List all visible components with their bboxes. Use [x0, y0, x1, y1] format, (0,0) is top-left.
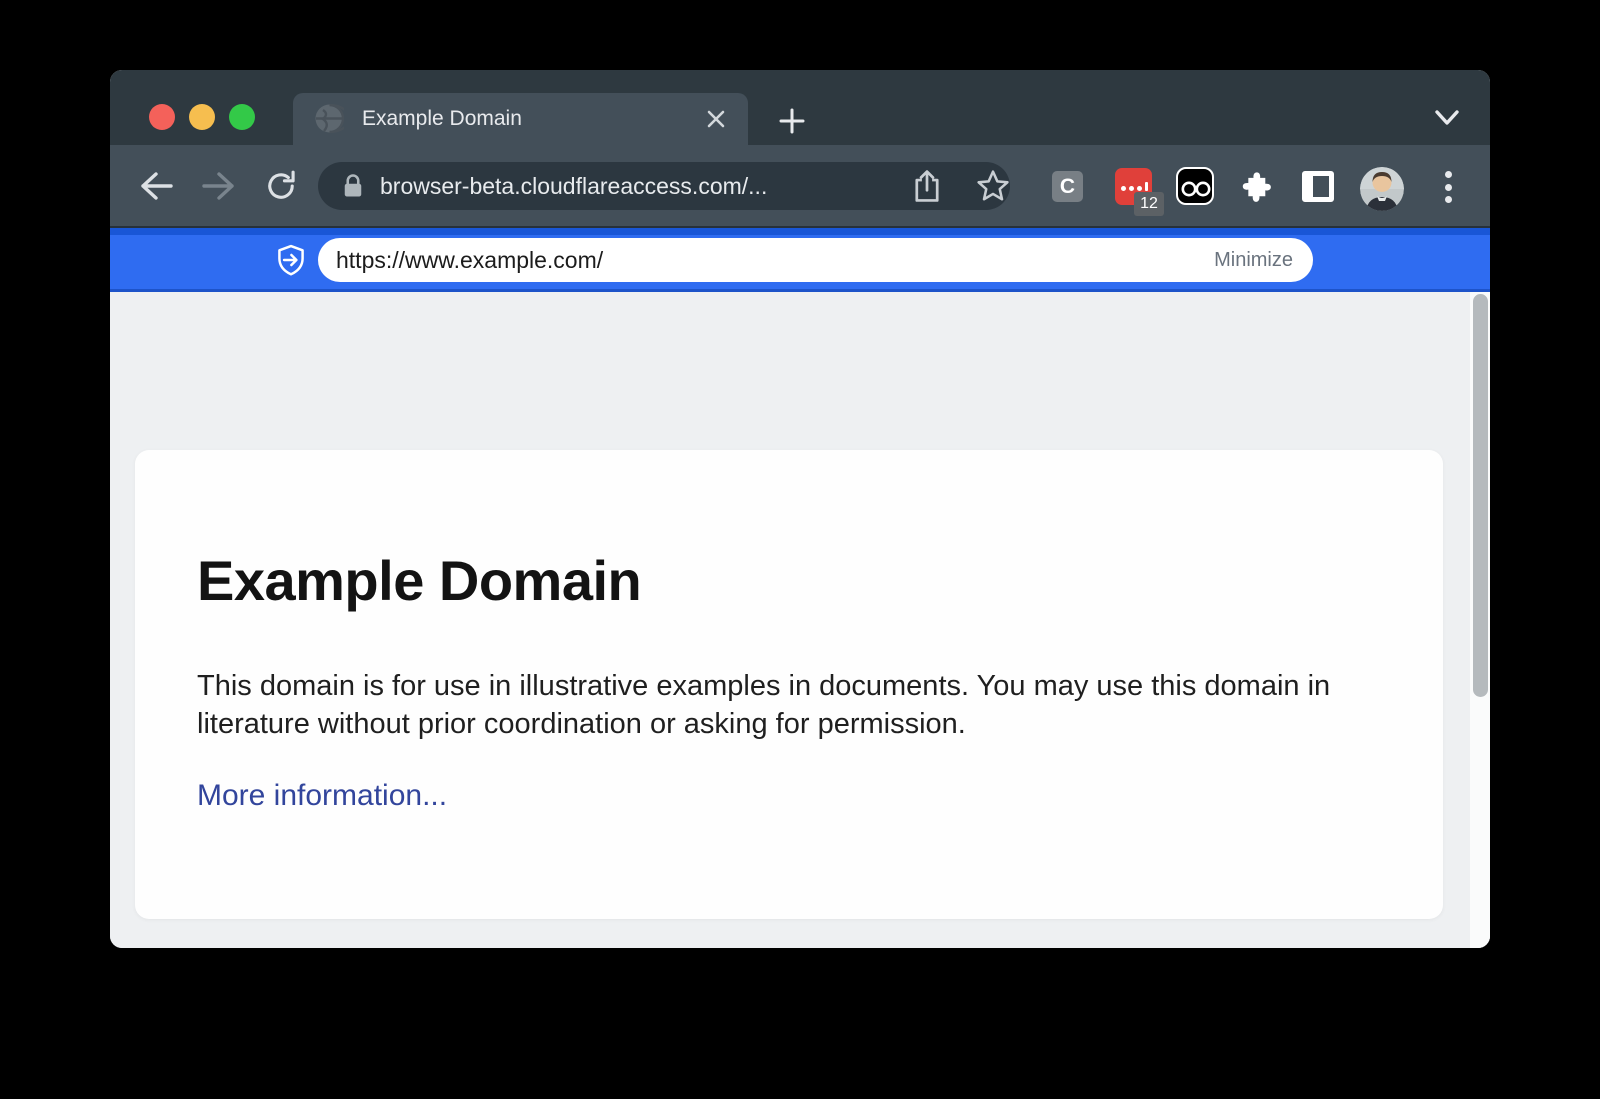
address-bar-url: browser-beta.cloudflareaccess.com/...: [380, 162, 767, 210]
minimize-window-button[interactable]: [189, 104, 215, 130]
extension-c-icon[interactable]: C: [1052, 171, 1083, 202]
scrollbar-track[interactable]: [1470, 292, 1490, 948]
page-title: Example Domain: [197, 548, 1443, 613]
browser-window: Example Domain: [110, 70, 1490, 948]
extension-badge: 12: [1134, 192, 1164, 216]
close-window-button[interactable]: [149, 104, 175, 130]
tab-search-chevron-down-icon[interactable]: [1428, 100, 1466, 136]
browser-tab-active[interactable]: Example Domain: [293, 93, 748, 145]
tab-bar: Example Domain: [110, 70, 1490, 145]
more-information-link[interactable]: More information...: [197, 779, 447, 813]
extension-goggles-icon[interactable]: [1176, 167, 1214, 205]
kebab-menu-icon[interactable]: [1438, 169, 1458, 205]
forward-button[interactable]: [199, 145, 239, 226]
example-domain-card: Example Domain This domain is for use in…: [135, 450, 1443, 919]
scrollbar-thumb[interactable]: [1473, 294, 1488, 697]
extension-red-dots-icon[interactable]: 12: [1115, 168, 1152, 205]
reload-button[interactable]: [261, 145, 301, 226]
new-tab-button[interactable]: [774, 103, 810, 139]
remote-url-bar[interactable]: https://www.example.com/ Minimize: [318, 238, 1313, 282]
profile-avatar[interactable]: [1360, 167, 1404, 211]
red-icon-dots: [1121, 182, 1148, 191]
bookmark-star-icon[interactable]: [972, 145, 1014, 226]
desktop-background: Example Domain: [0, 0, 1600, 1099]
side-panel-icon[interactable]: [1302, 171, 1334, 202]
shield-arrow-icon: [274, 243, 308, 282]
browser-toolbar: browser-beta.cloudflareaccess.com/... C …: [110, 145, 1490, 228]
back-button[interactable]: [136, 145, 176, 226]
share-icon[interactable]: [907, 145, 947, 226]
remote-url-text: https://www.example.com/: [336, 238, 603, 282]
tab-title: Example Domain: [362, 93, 522, 145]
remote-browser-bar: https://www.example.com/ Minimize: [110, 228, 1490, 292]
page-body-text: This domain is for use in illustrative e…: [197, 667, 1352, 743]
globe-favicon-icon: [315, 104, 344, 133]
lock-icon[interactable]: [338, 171, 368, 206]
fullscreen-window-button[interactable]: [229, 104, 255, 130]
puzzle-extensions-icon[interactable]: [1238, 169, 1274, 205]
tab-close-icon[interactable]: [702, 105, 730, 133]
page-viewport: Example Domain This domain is for use in…: [110, 292, 1490, 948]
window-controls: [149, 104, 255, 130]
minimize-remote-bar-button[interactable]: Minimize: [1214, 238, 1293, 282]
